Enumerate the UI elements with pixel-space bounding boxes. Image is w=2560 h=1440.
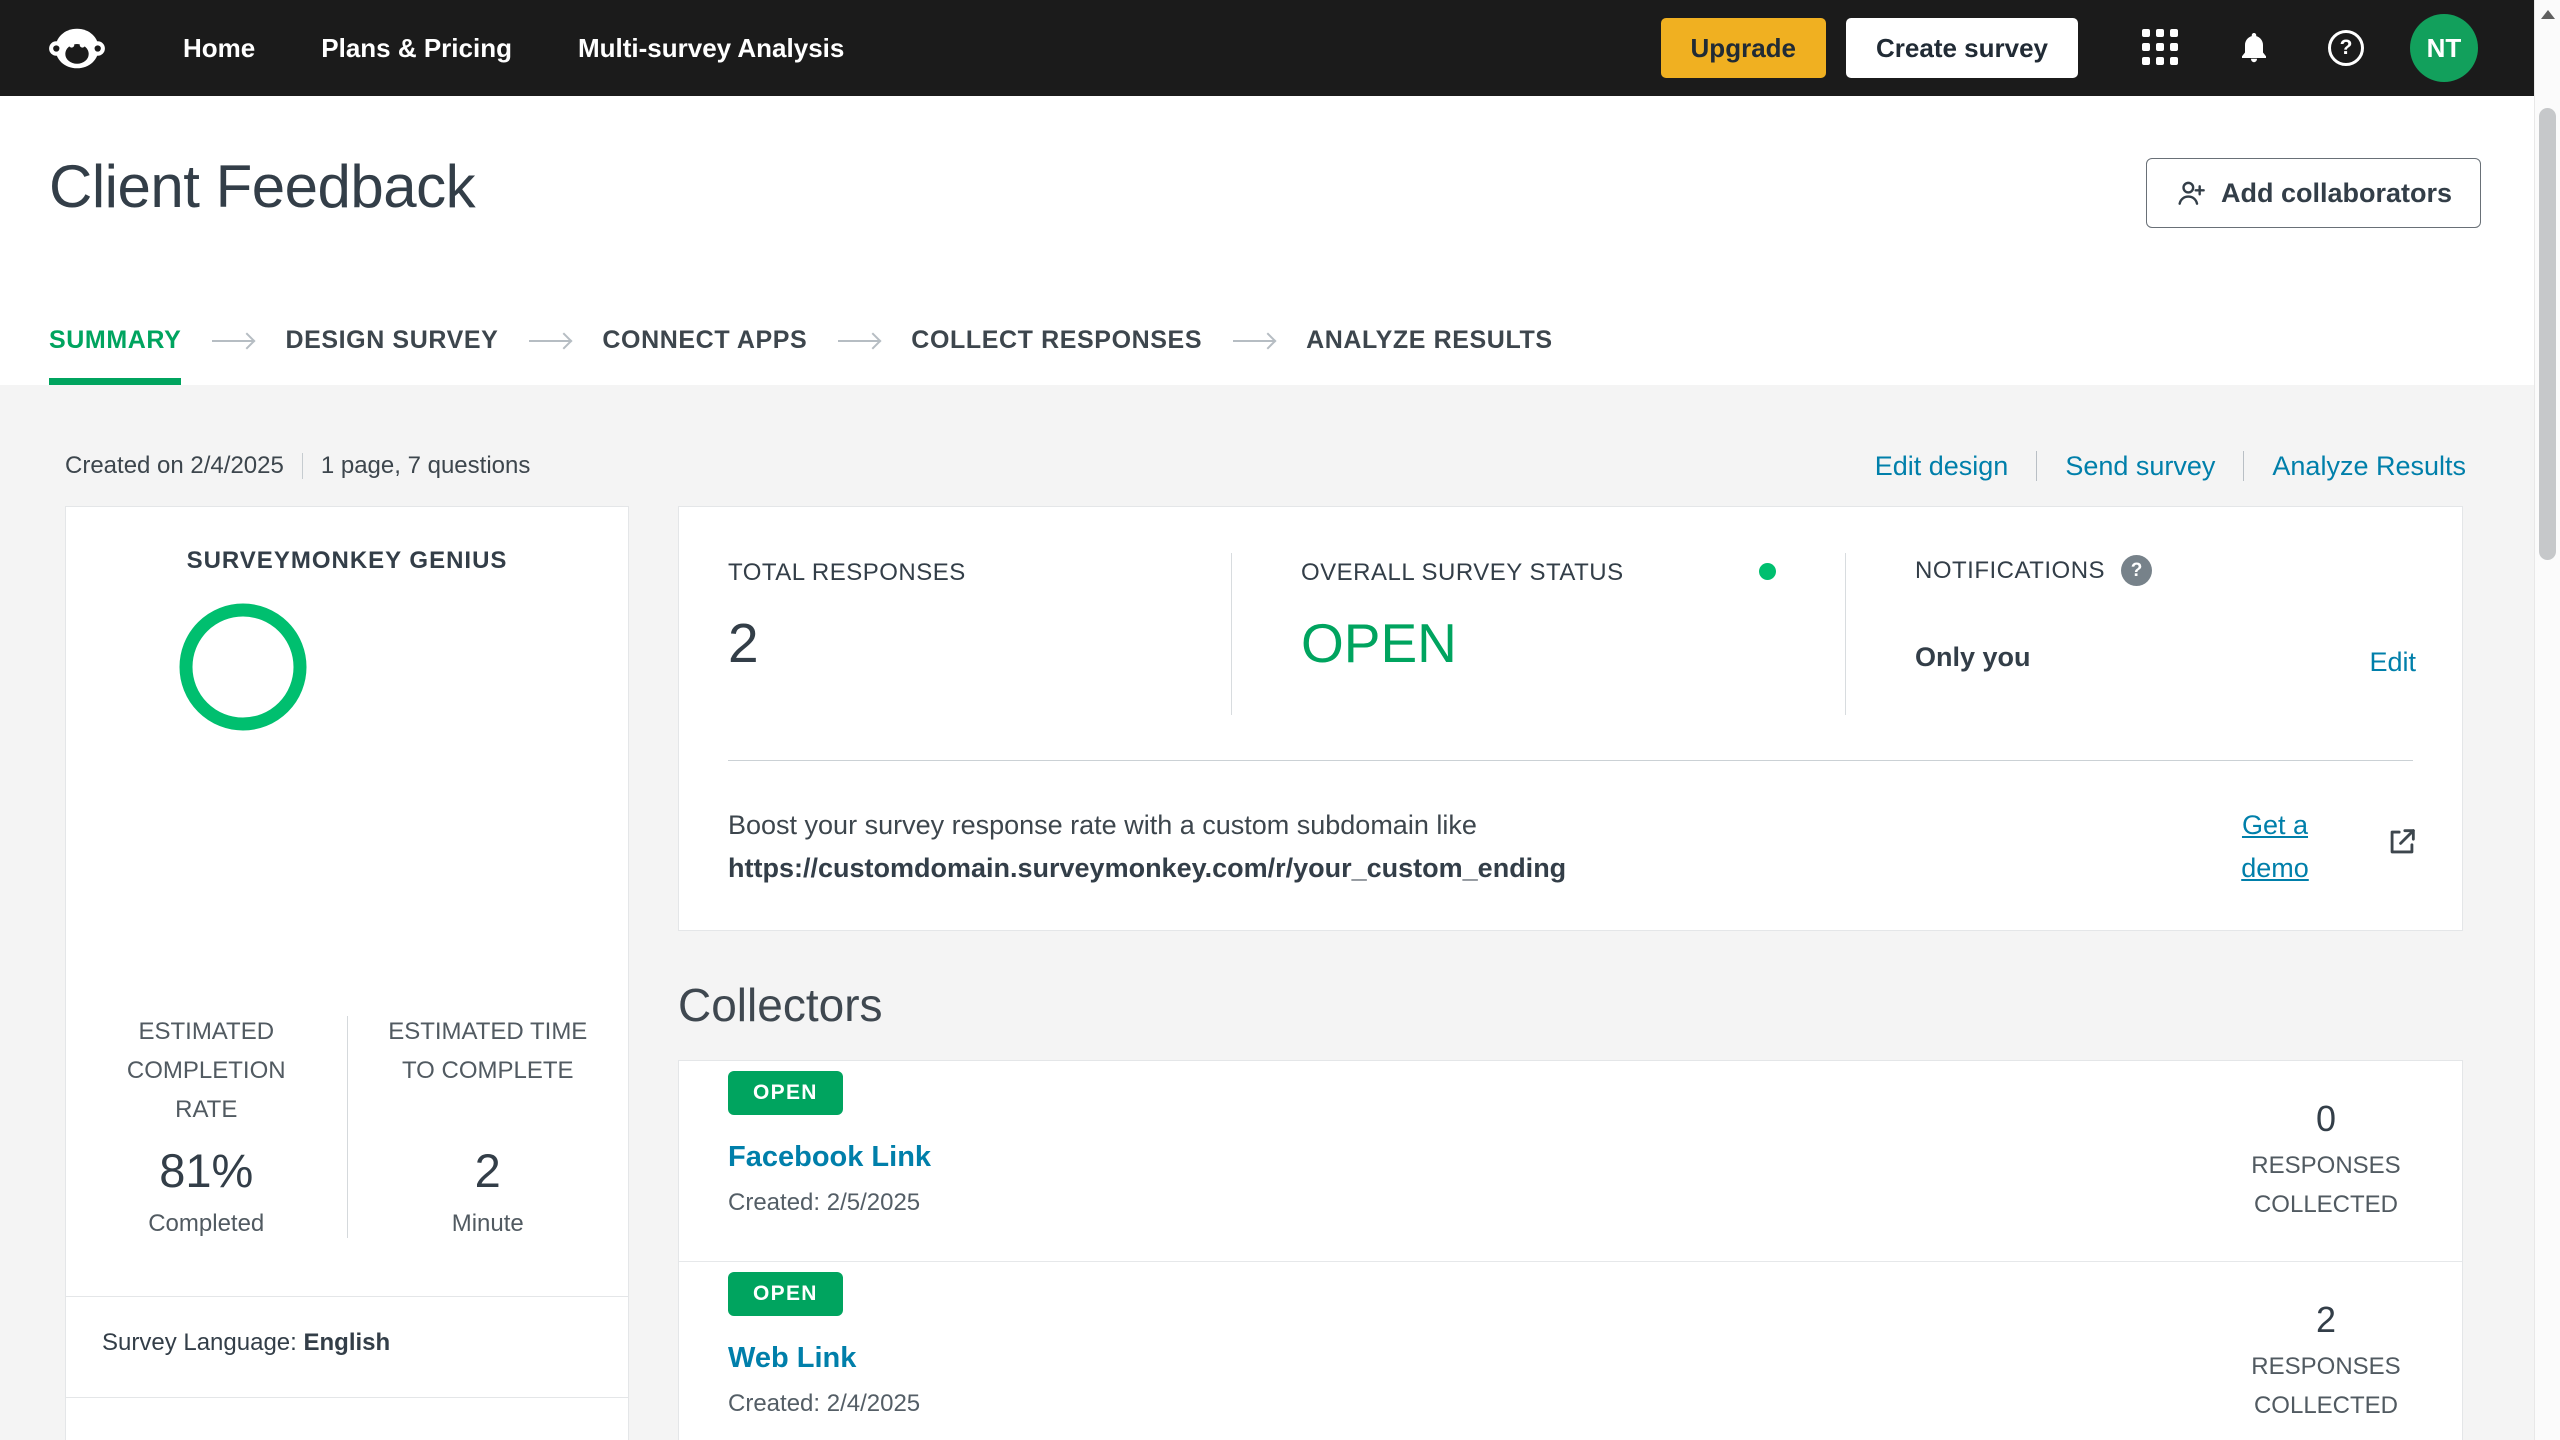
analyze-results-link[interactable]: Analyze Results (2272, 451, 2466, 482)
surveymonkey-logo-icon[interactable] (48, 26, 106, 71)
user-avatar[interactable]: NT (2410, 14, 2478, 82)
add-collaborators-button[interactable]: Add collaborators (2145, 158, 2481, 228)
upgrade-button[interactable]: Upgrade (1660, 18, 1826, 78)
divider (301, 453, 303, 479)
survey-overview-card: TOTAL RESPONSES 2 OVERALL SURVEY STATUS … (678, 506, 2463, 931)
person-plus-icon (2175, 177, 2207, 209)
collectors-list: OPEN Facebook Link Created: 2/5/2025 0 R… (678, 1060, 2463, 1440)
divider (66, 1397, 628, 1398)
edit-design-link[interactable]: Edit design (1875, 451, 2009, 482)
tab-connect-apps[interactable]: CONNECT APPS (602, 296, 807, 385)
collector-row: OPEN Facebook Link Created: 2/5/2025 0 R… (679, 1061, 2462, 1262)
survey-language-label: Survey Language: (102, 1329, 297, 1356)
tab-collect-responses[interactable]: COLLECT RESPONSES (911, 296, 1202, 385)
notifications-help-icon[interactable]: ? (2121, 555, 2153, 586)
notifications-value: Only you (1915, 642, 2031, 672)
tab-arrow-icon (1233, 339, 1276, 342)
time-to-complete-sub: Minute (451, 1210, 524, 1237)
survey-meta: Created on 2/4/2025 1 page, 7 questions (65, 444, 530, 488)
custom-subdomain-promo: Boost your survey response rate with a c… (728, 804, 2128, 890)
total-responses-block: TOTAL RESPONSES 2 (728, 559, 966, 675)
time-to-complete-value: 2 (474, 1144, 501, 1197)
responses-count: 2 (2315, 1299, 2337, 1340)
tab-analyze-results[interactable]: ANALYZE RESULTS (1306, 296, 1553, 385)
get-a-demo-link[interactable]: Get a demo (2219, 804, 2331, 890)
responses-count: 0 (2315, 1098, 2337, 1139)
nav-right-cluster: Upgrade Create survey ? NT (1660, 14, 2478, 82)
total-responses-label: TOTAL RESPONSES (728, 559, 966, 586)
create-survey-button[interactable]: Create survey (1846, 18, 2078, 78)
status-badge: OPEN (728, 1272, 843, 1316)
time-to-complete-label: ESTIMATED TIME TO COMPLETE (388, 1018, 588, 1084)
survey-status-label: OVERALL SURVEY STATUS (1301, 559, 1624, 586)
collector-created-date: Created: 2/4/2025 (728, 1390, 921, 1417)
collector-link-facebook[interactable]: Facebook Link (728, 1141, 931, 1174)
nav-item-plans-pricing[interactable]: Plans & Pricing (288, 33, 545, 64)
surveymonkey-genius-card: SURVEYMONKEY GENIUS ESTIMATED COMPLETION… (65, 506, 629, 1440)
divider (728, 760, 2413, 761)
notifications-label: NOTIFICATIONS (1915, 556, 2106, 584)
vertical-scrollbar[interactable] (2534, 0, 2560, 1440)
responses-count-label: RESPONSES COLLECTED (2251, 1353, 2401, 1419)
genius-stats: ESTIMATED COMPLETION RATE 81% Completed … (66, 1012, 628, 1238)
survey-language-row: Survey Language: English (102, 1329, 390, 1357)
divider (66, 1296, 628, 1297)
notifications-block: NOTIFICATIONS ? Only you (1915, 555, 2153, 673)
survey-language-value: English (303, 1329, 391, 1356)
divider (2243, 451, 2245, 481)
promo-text: Boost your survey response rate with a c… (728, 810, 1477, 840)
time-to-complete-stat: ESTIMATED TIME TO COMPLETE 2 Minute (348, 1012, 629, 1238)
created-date-text: Created on 2/4/2025 (65, 452, 284, 479)
notifications-bell-icon[interactable] (2236, 30, 2272, 66)
tab-arrow-icon (212, 339, 255, 342)
tab-design-survey[interactable]: DESIGN SURVEY (285, 296, 498, 385)
send-survey-link[interactable]: Send survey (2065, 451, 2215, 482)
apps-grid-icon[interactable] (2142, 29, 2180, 67)
completion-rate-sub: Completed (148, 1210, 265, 1237)
add-collaborators-label: Add collaborators (2220, 177, 2452, 208)
scrollbar-thumb[interactable] (2539, 108, 2556, 560)
help-icon[interactable]: ? (2328, 30, 2364, 66)
responses-count-label: RESPONSES COLLECTED (2251, 1152, 2401, 1218)
collector-responses: 0 RESPONSES COLLECTED (2246, 1061, 2406, 1261)
genius-title: SURVEYMONKEY GENIUS (186, 547, 508, 574)
page-header: Client Feedback Add collaborators (0, 96, 2534, 296)
divider (1231, 553, 1232, 715)
status-open-dot (1759, 563, 1776, 580)
page-title: Client Feedback (49, 153, 476, 220)
tab-arrow-icon (529, 339, 572, 342)
collectors-heading: Collectors (678, 979, 883, 1031)
tab-arrow-icon (838, 339, 881, 342)
nav-item-multi-survey-analysis[interactable]: Multi-survey Analysis (545, 33, 877, 64)
external-link-icon[interactable] (2385, 825, 2419, 864)
help-glyph: ? (2339, 36, 2353, 59)
genius-score-ring (179, 603, 307, 736)
status-badge: OPEN (728, 1071, 843, 1115)
collector-responses: 2 RESPONSES COLLECTED (2246, 1262, 2406, 1440)
promo-url: https://customdomain.surveymonkey.com/r/… (728, 853, 1567, 883)
scroll-up-arrow-icon[interactable] (2541, 10, 2555, 19)
survey-status-block: OVERALL SURVEY STATUS OPEN (1301, 559, 1624, 675)
divider (2036, 451, 2038, 481)
collector-row: OPEN Web Link Created: 2/4/2025 2 RESPON… (679, 1262, 2462, 1440)
total-responses-value: 2 (728, 612, 759, 674)
tab-summary[interactable]: SUMMARY (49, 296, 182, 385)
collector-link-web[interactable]: Web Link (728, 1342, 856, 1375)
completion-rate-stat: ESTIMATED COMPLETION RATE 81% Completed (66, 1012, 347, 1238)
completion-rate-value: 81% (159, 1144, 254, 1197)
nav-item-home[interactable]: Home (150, 33, 288, 64)
notifications-edit-link[interactable]: Edit (2369, 647, 2416, 678)
workflow-tabs: SUMMARY DESIGN SURVEY CONNECT APPS COLLE… (0, 296, 2534, 385)
collector-created-date: Created: 2/5/2025 (728, 1189, 921, 1216)
pages-questions-text: 1 page, 7 questions (320, 452, 531, 479)
survey-actions: Edit design Send survey Analyze Results (1875, 444, 2466, 488)
completion-rate-label: ESTIMATED COMPLETION RATE (126, 1018, 286, 1123)
divider (1845, 553, 1846, 715)
top-navigation: Home Plans & Pricing Multi-survey Analys… (0, 0, 2534, 96)
survey-status-value: OPEN (1301, 612, 1457, 674)
